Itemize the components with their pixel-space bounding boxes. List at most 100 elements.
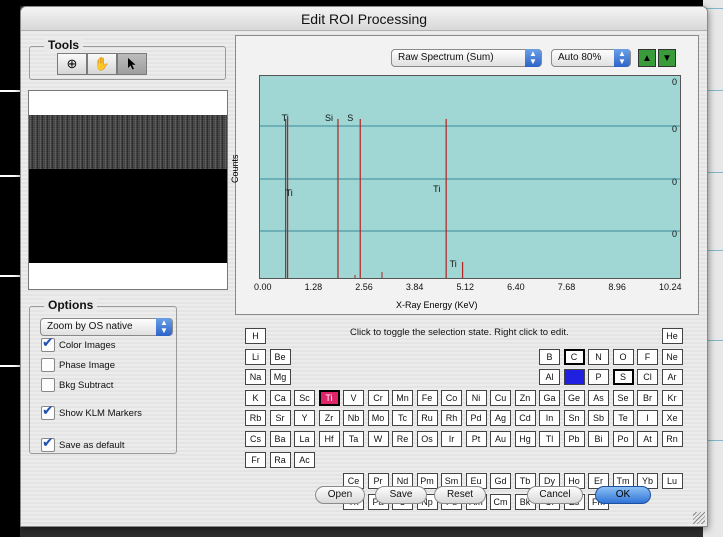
element-ne[interactable]: Ne xyxy=(661,348,683,365)
show-klm-markers-checkbox[interactable] xyxy=(41,403,55,420)
element-cr[interactable]: Cr xyxy=(367,389,389,406)
ok-button[interactable]: OK xyxy=(595,486,651,504)
element-h[interactable]: H xyxy=(245,328,266,344)
element-ru[interactable]: Ru xyxy=(416,410,438,427)
spectrum-mode-select[interactable]: Raw Spectrum (Sum) ▲ ▼ xyxy=(391,49,542,67)
element-s[interactable]: S xyxy=(612,369,634,386)
element-b[interactable]: B xyxy=(539,348,560,365)
element-bi[interactable]: Bi xyxy=(588,431,609,447)
element-at[interactable]: At xyxy=(637,431,658,447)
element-ac[interactable]: Ac xyxy=(294,451,315,468)
element-he[interactable]: He xyxy=(661,328,683,344)
bkg-subtract-checkbox-row[interactable]: Bkg Subtract xyxy=(41,378,113,392)
element-gd[interactable]: Gd xyxy=(490,473,511,490)
element-tl[interactable]: Tl xyxy=(539,431,560,447)
element-ar[interactable]: Ar xyxy=(661,369,683,386)
element-hg[interactable]: Hg xyxy=(514,431,536,447)
element-pb[interactable]: Pb xyxy=(563,431,585,447)
element-sb[interactable]: Sb xyxy=(588,410,609,427)
element-ti[interactable]: Ti xyxy=(318,389,340,406)
element-c[interactable]: C xyxy=(563,348,585,365)
element-se[interactable]: Se xyxy=(612,389,634,406)
element-in[interactable]: In xyxy=(539,410,560,427)
element-pd[interactable]: Pd xyxy=(465,410,487,427)
element-co[interactable]: Co xyxy=(441,389,462,406)
element-li[interactable]: Li xyxy=(245,348,266,365)
element-mg[interactable]: Mg xyxy=(269,369,291,386)
element-ni[interactable]: Ni xyxy=(465,389,487,406)
element-po[interactable]: Po xyxy=(612,431,634,447)
roi-image-preview[interactable] xyxy=(28,90,228,290)
zoom-tool-button[interactable]: ⊕ xyxy=(57,53,87,75)
element-cm[interactable]: Cm xyxy=(490,493,511,510)
open-button[interactable]: Open xyxy=(315,486,365,504)
element-sn[interactable]: Sn xyxy=(563,410,585,427)
element-ge[interactable]: Ge xyxy=(563,389,585,406)
element-v[interactable]: V xyxy=(343,389,364,406)
scale-select[interactable]: Auto 80% ▲ ▼ xyxy=(551,49,631,67)
element-zn[interactable]: Zn xyxy=(514,389,536,406)
element-p[interactable]: P xyxy=(588,369,609,386)
cancel-button[interactable]: Cancel xyxy=(527,486,583,504)
hand-tool-button[interactable]: ✋ xyxy=(87,53,117,75)
element-la[interactable]: La xyxy=(294,431,315,447)
element-rh[interactable]: Rh xyxy=(441,410,462,427)
window-title[interactable]: Edit ROI Processing xyxy=(21,7,707,31)
element-cs[interactable]: Cs xyxy=(245,431,266,447)
element-xe[interactable]: Xe xyxy=(661,410,683,427)
phase-image-checkbox-row[interactable]: Phase Image xyxy=(41,358,115,372)
element-kr[interactable]: Kr xyxy=(661,389,683,406)
element-au[interactable]: Au xyxy=(490,431,511,447)
element-ba[interactable]: Ba xyxy=(269,431,291,447)
element-ra[interactable]: Ra xyxy=(269,451,291,468)
element-br[interactable]: Br xyxy=(637,389,658,406)
element-rn[interactable]: Rn xyxy=(661,431,683,447)
element-ca[interactable]: Ca xyxy=(269,389,291,406)
element-al[interactable]: Al xyxy=(539,369,560,386)
bkg-subtract-checkbox[interactable] xyxy=(41,378,55,392)
element-ga[interactable]: Ga xyxy=(539,389,560,406)
element-na[interactable]: Na xyxy=(245,369,266,386)
save-button[interactable]: Save xyxy=(375,486,427,504)
element-os[interactable]: Os xyxy=(416,431,438,447)
pointer-tool-button[interactable] xyxy=(117,53,147,75)
element-w[interactable]: W xyxy=(367,431,389,447)
element-sc[interactable]: Sc xyxy=(294,389,315,406)
element-cl[interactable]: Cl xyxy=(637,369,658,386)
element-ir[interactable]: Ir xyxy=(441,431,462,447)
element-hf[interactable]: Hf xyxy=(318,431,340,447)
zoom-select[interactable]: Zoom by OS native ▲ ▼ xyxy=(40,318,173,336)
reset-button[interactable]: Reset xyxy=(434,486,486,504)
element-be[interactable]: Be xyxy=(269,348,291,365)
element-o[interactable]: O xyxy=(612,348,634,365)
element-pt[interactable]: Pt xyxy=(465,431,487,447)
scale-down-button[interactable]: ▼ xyxy=(658,49,676,67)
save-as-default-checkbox-row[interactable]: Save as default xyxy=(41,435,125,452)
element-te[interactable]: Te xyxy=(612,410,634,427)
element-rb[interactable]: Rb xyxy=(245,410,266,427)
element-lu[interactable]: Lu xyxy=(661,473,683,490)
element-fr[interactable]: Fr xyxy=(245,451,266,468)
resize-grip-icon[interactable] xyxy=(693,512,705,524)
save-as-default-checkbox[interactable] xyxy=(41,435,55,452)
element-fe[interactable]: Fe xyxy=(416,389,438,406)
element-y[interactable]: Y xyxy=(294,410,315,427)
element-nb[interactable]: Nb xyxy=(343,410,364,427)
element-re[interactable]: Re xyxy=(392,431,413,447)
element-as[interactable]: As xyxy=(588,389,609,406)
element-cd[interactable]: Cd xyxy=(514,410,536,427)
element-mo[interactable]: Mo xyxy=(367,410,389,427)
color-images-checkbox-row[interactable]: Color Images xyxy=(41,335,116,352)
element-ag[interactable]: Ag xyxy=(490,410,511,427)
color-images-checkbox[interactable] xyxy=(41,335,55,352)
element-si[interactable]: Si xyxy=(563,369,585,386)
element-i[interactable]: I xyxy=(637,410,658,427)
element-ta[interactable]: Ta xyxy=(343,431,364,447)
element-sr[interactable]: Sr xyxy=(269,410,291,427)
element-cu[interactable]: Cu xyxy=(490,389,511,406)
element-zr[interactable]: Zr xyxy=(318,410,340,427)
show-klm-markers-checkbox-row[interactable]: Show KLM Markers xyxy=(41,403,142,420)
element-f[interactable]: F xyxy=(637,348,658,365)
element-mn[interactable]: Mn xyxy=(392,389,413,406)
spectrum-plot[interactable]: Ti Ti Si S Ti Ti 0 0 0 0 xyxy=(259,75,681,279)
